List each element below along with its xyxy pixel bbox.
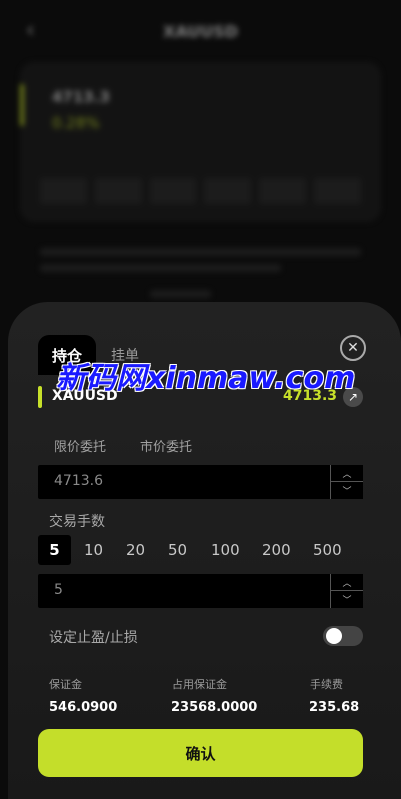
background-text-line <box>40 248 361 256</box>
stop-loss-label: 设定止盈/止损 <box>49 630 138 646</box>
lots-input[interactable]: 5 ︿ ﹀ <box>38 574 363 608</box>
lots-increment-button[interactable]: ︿ <box>331 574 363 591</box>
lot-option-10[interactable]: 10 <box>84 541 103 559</box>
chevron-down-icon: ﹀ <box>342 595 352 606</box>
price-decrement-button[interactable]: ﹀ <box>331 482 363 498</box>
toggle-knob <box>326 628 342 644</box>
price-increment-button[interactable]: ︿ <box>331 465 363 482</box>
used-margin-value: 23568.0000 <box>171 700 258 715</box>
order-type-limit[interactable]: 限价委托 <box>54 436 106 455</box>
lots-label: 交易手数 <box>49 514 105 530</box>
lot-option-50[interactable]: 50 <box>168 541 187 559</box>
stop-loss-toggle[interactable] <box>323 626 363 646</box>
price-input[interactable]: 4713.6 ︿ ﹀ <box>38 465 363 499</box>
background-accent-bar <box>20 84 24 126</box>
lot-option-200[interactable]: 200 <box>262 541 291 559</box>
price-input-value: 4713.6 <box>54 473 103 489</box>
background-price: 4713.3 <box>52 88 110 106</box>
margin-label: 保证金 <box>49 678 82 691</box>
lot-option-20[interactable]: 20 <box>126 541 145 559</box>
chevron-down-icon: ﹀ <box>342 486 352 497</box>
watermark: 新码网xinmaw.com <box>56 361 356 396</box>
lots-decrement-button[interactable]: ﹀ <box>331 591 363 607</box>
lot-option-500[interactable]: 500 <box>313 541 342 559</box>
fee-value: 235.68 <box>309 700 360 715</box>
order-type-market[interactable]: 市价委托 <box>140 436 192 455</box>
lots-stepper: ︿ ﹀ <box>330 574 363 608</box>
used-margin-label: 占用保证金 <box>172 678 227 691</box>
price-stepper: ︿ ﹀ <box>330 465 363 499</box>
lots-input-value: 5 <box>54 582 63 598</box>
background-title: XAUUSD <box>162 21 238 41</box>
background-change: 0.28% <box>52 114 100 132</box>
chevron-up-icon: ︿ <box>342 469 352 480</box>
background-text-line <box>40 264 281 272</box>
confirm-button[interactable]: 确认 <box>38 729 363 777</box>
fee-label: 手续费 <box>310 678 343 691</box>
background-text-line <box>150 290 211 298</box>
background-timeframes <box>40 178 361 204</box>
chevron-up-icon: ︿ <box>342 578 352 589</box>
margin-value: 546.0900 <box>49 700 118 715</box>
lot-option-5[interactable]: 5 <box>38 535 71 565</box>
symbol-accent-bar <box>38 386 42 408</box>
lot-option-100[interactable]: 100 <box>211 541 240 559</box>
back-arrow-icon: ‹ <box>26 18 35 43</box>
